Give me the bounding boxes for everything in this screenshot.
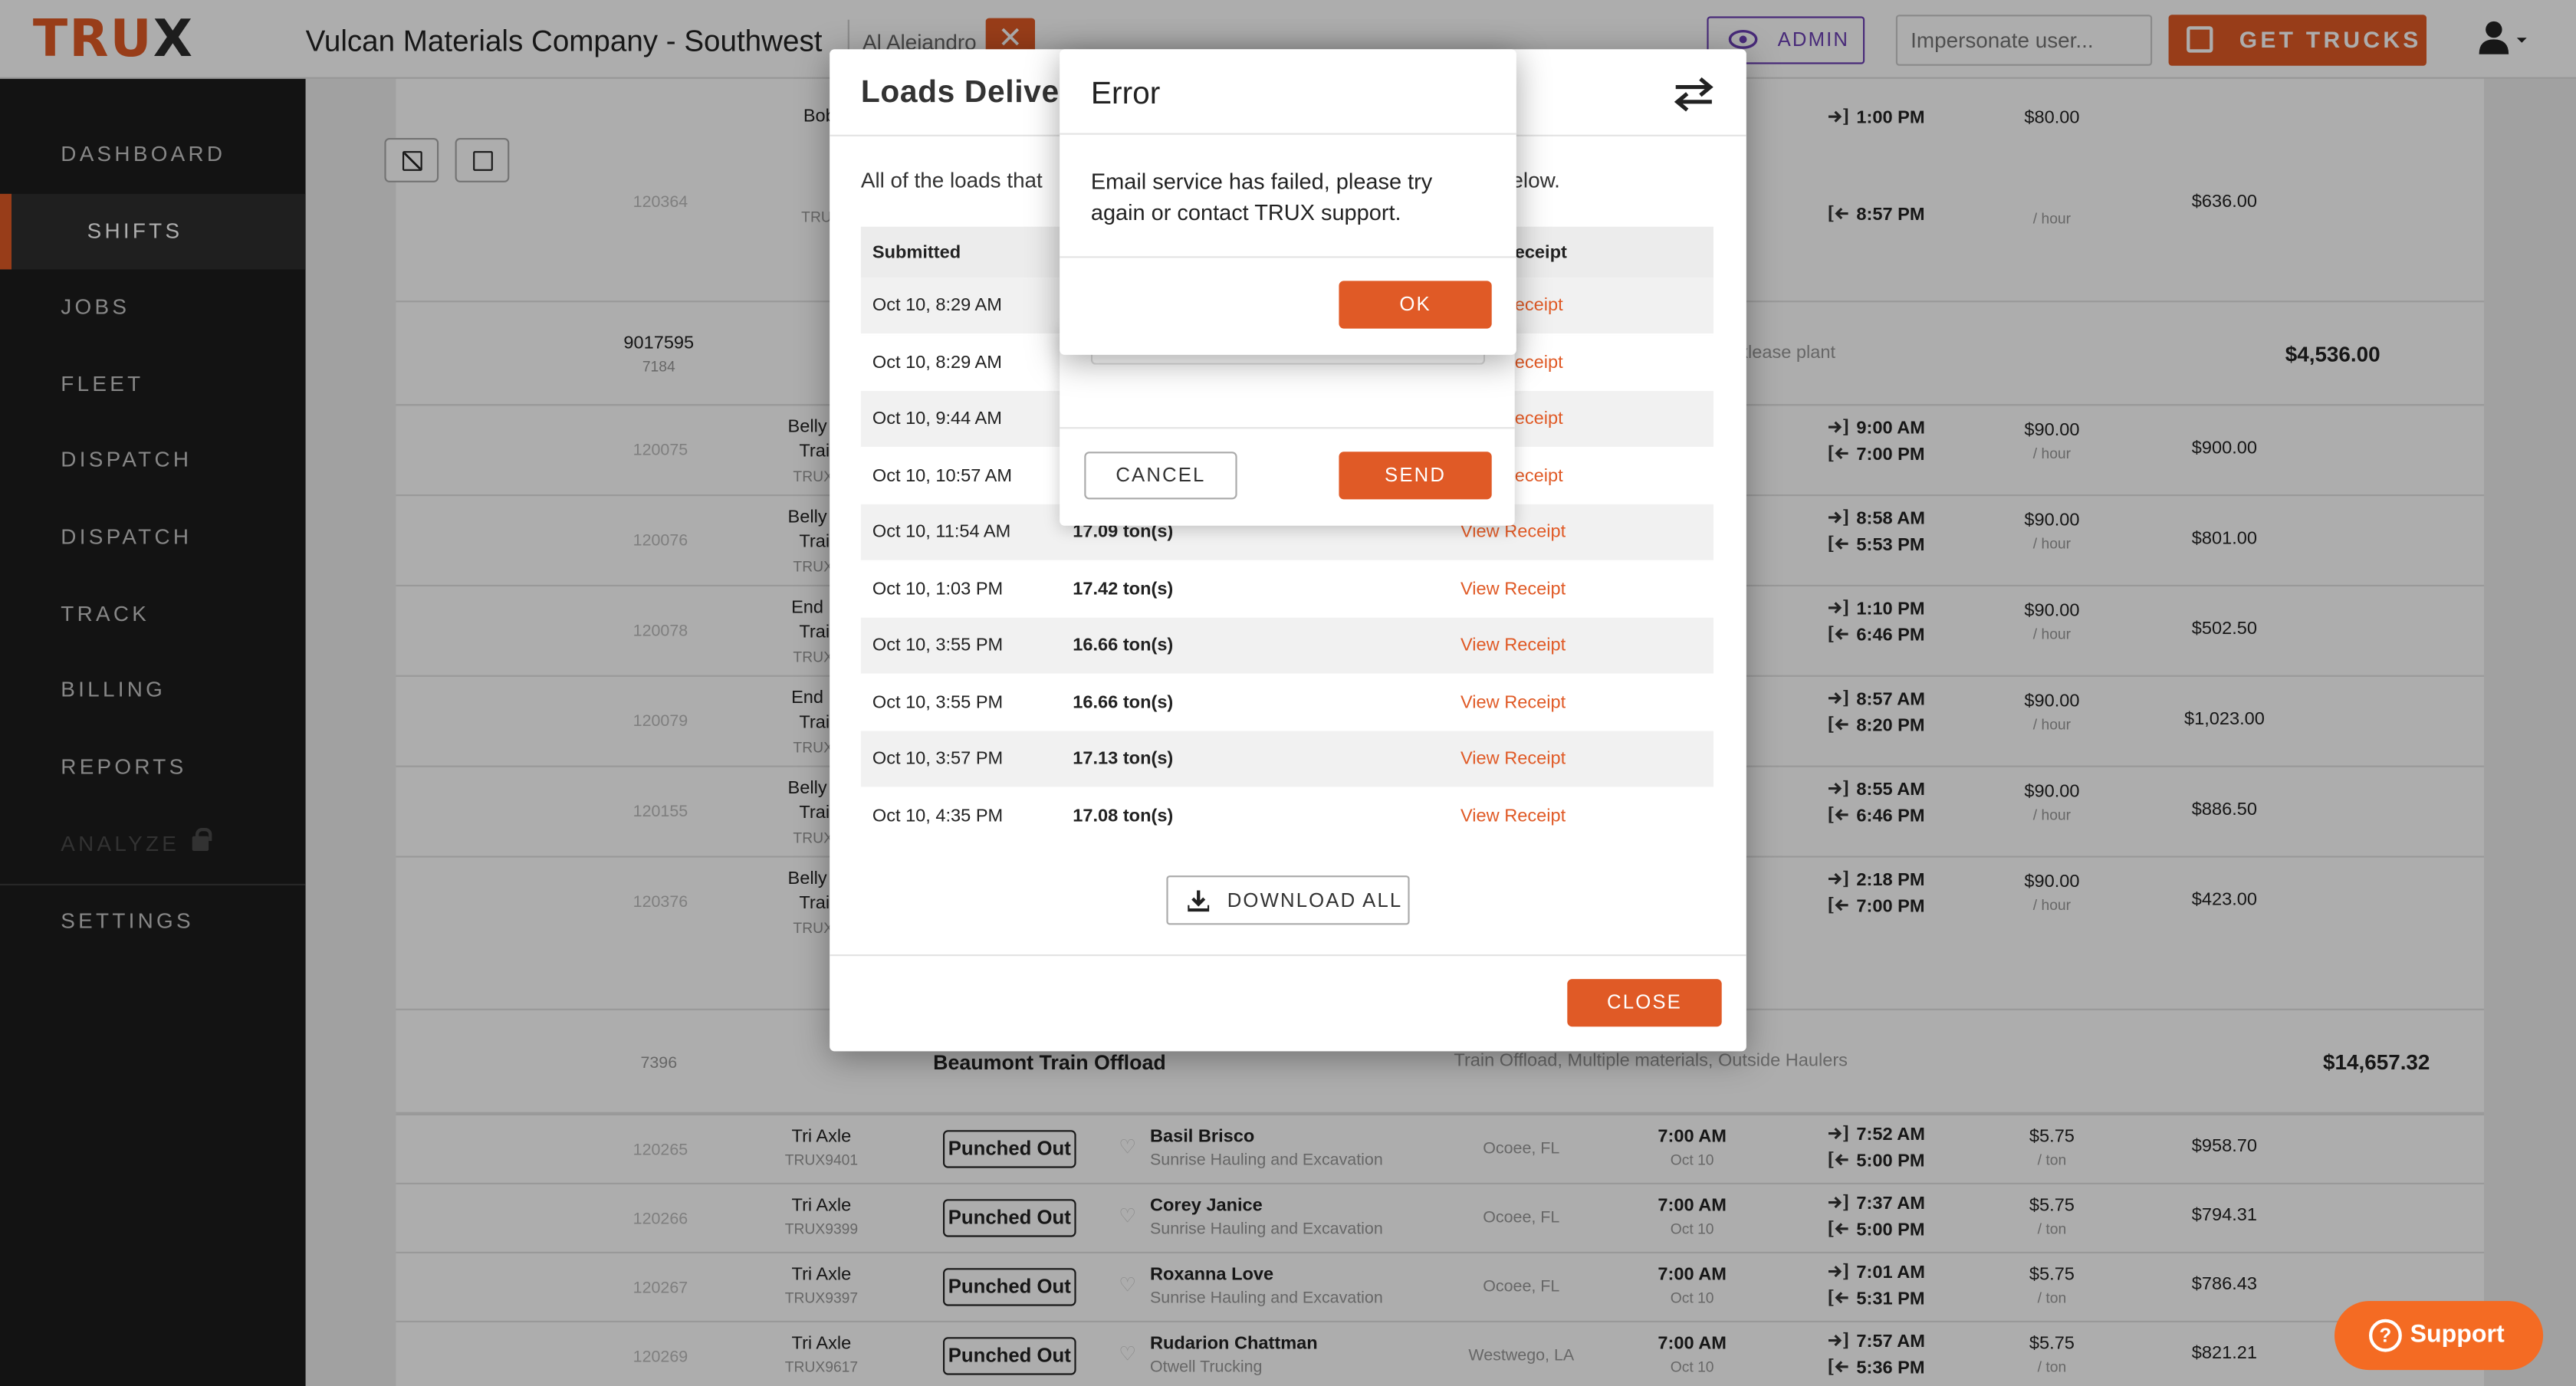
- app-root: TRUX Vulcan Materials Company - Southwes…: [0, 0, 2576, 1386]
- error-dialog: Error Email service has failed, please t…: [1060, 49, 1516, 355]
- support-button[interactable]: ? Support: [2334, 1301, 2544, 1371]
- error-title: Error: [1090, 77, 1161, 112]
- divider: [1060, 133, 1516, 135]
- error-message: Email service has failed, please try aga…: [1090, 169, 1433, 225]
- support-label: Support: [2410, 1320, 2505, 1349]
- ok-button[interactable]: OK: [1339, 281, 1492, 329]
- help-icon: ?: [2369, 1319, 2402, 1352]
- divider: [1060, 256, 1516, 258]
